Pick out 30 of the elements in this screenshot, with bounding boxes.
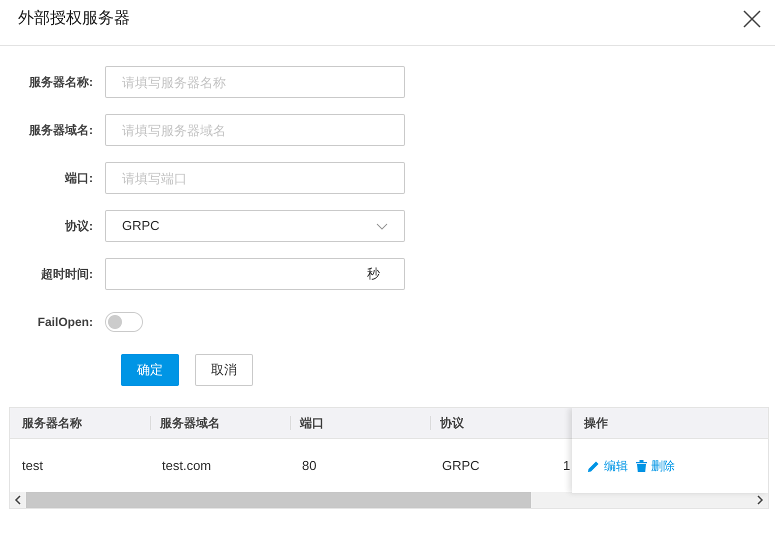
field-label: 超时时间: bbox=[40, 266, 94, 283]
column-header: 服务器域名 bbox=[160, 415, 220, 432]
text-field[interactable]: 请填写服务器名称 bbox=[105, 66, 405, 98]
table-cell-text: test bbox=[21, 457, 44, 476]
close-icon[interactable] bbox=[743, 10, 761, 28]
field-label: 端口: bbox=[64, 170, 94, 187]
field-label: FailOpen: bbox=[36, 314, 94, 331]
table-cell-text: test.com bbox=[161, 457, 212, 476]
toggle-switch[interactable] bbox=[105, 312, 143, 332]
cancel-button[interactable]: 取消 bbox=[195, 354, 253, 386]
table-cell-text: 80 bbox=[301, 457, 318, 476]
column-header: 服务器名称 bbox=[20, 415, 82, 432]
field-label: 服务器名称: bbox=[28, 74, 94, 91]
unit-label: 秒 bbox=[367, 265, 380, 284]
column-header: 端口 bbox=[300, 415, 324, 432]
field-label: 协议: bbox=[64, 218, 94, 235]
table-cell-text: GRPC bbox=[441, 457, 481, 476]
text-field[interactable]: 请填写服务器域名 bbox=[105, 114, 405, 146]
dialog-title: 外部授权服务器 bbox=[17, 8, 130, 28]
horizontal-scrollbar[interactable] bbox=[10, 492, 768, 508]
trash-icon bbox=[636, 460, 647, 472]
chevron-down-icon bbox=[376, 222, 388, 230]
field-label: 服务器域名: bbox=[28, 122, 94, 139]
pencil-icon bbox=[588, 460, 600, 472]
table-cell-text: 1 bbox=[562, 457, 571, 476]
timeout-field[interactable]: 秒 bbox=[105, 258, 405, 290]
text-field[interactable]: 请填写端口 bbox=[105, 162, 405, 194]
column-header: 协议 bbox=[440, 415, 464, 432]
column-header: 操作 bbox=[584, 415, 608, 432]
protocol-select[interactable]: GRPC bbox=[105, 210, 405, 242]
